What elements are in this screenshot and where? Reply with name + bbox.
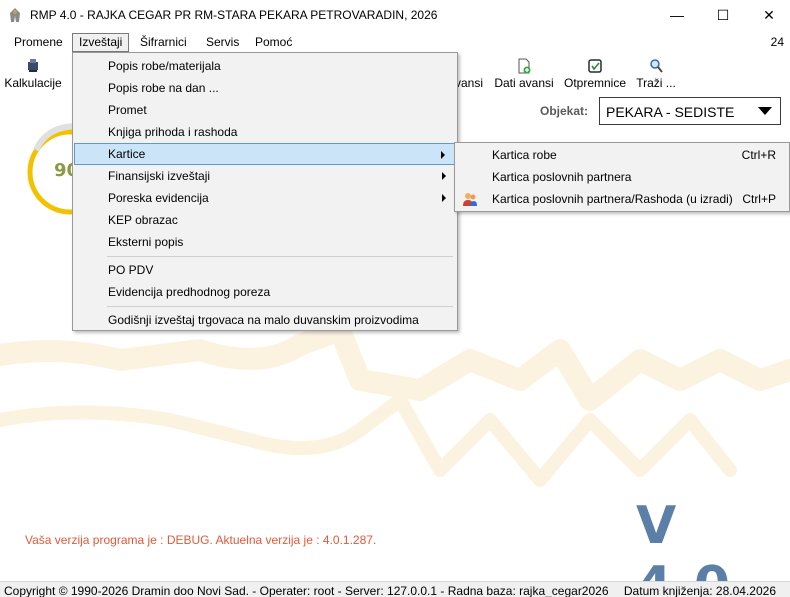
menu-item-label: Kartice [108,147,146,161]
toolbar-trazi-label: Traži ... [636,76,676,90]
menu-item-knjiga-prihoda[interactable]: Knjiga prihoda i rashoda [74,121,456,143]
menu-item-label: Promet [108,103,147,117]
kartice-submenu: Kartica robe Ctrl+R Kartica poslovnih pa… [454,142,790,212]
menu-item-popis-robe-materijala[interactable]: Popis robe/materijala [74,55,456,77]
menu-item-poreska-evidencija[interactable]: Poreska evidencija [74,187,456,209]
menu-item-popis-robe-na-dan[interactable]: Popis robe na dan ... [74,77,456,99]
submenu-item-label: Kartica poslovnih partnera/Rashoda (u iz… [492,192,733,206]
chevron-down-icon [758,107,772,115]
checkbox-icon [588,59,602,73]
toolbar-kalkulacije-button[interactable]: Kalkulacije [4,56,62,92]
menu-sifrarnici[interactable]: Šifrarnici [134,33,193,52]
menu-item-label: Popis robe/materijala [108,59,221,73]
submenu-item-kartica-partnera-rashoda[interactable]: Kartica poslovnih partnera/Rashoda (u iz… [456,188,790,210]
submenu-item-kartica-robe[interactable]: Kartica robe Ctrl+R [456,144,790,166]
status-bar: Copyright © 1990-2026 Dramin doo Novi Sa… [0,581,790,597]
menu-item-label: Godišnji izveštaj trgovaca na malo duvan… [108,313,419,327]
izvestaji-dropdown-menu: Popis robe/materijala Popis robe na dan … [72,52,458,331]
submenu-item-kartica-poslovnih-partnera[interactable]: Kartica poslovnih partnera [456,166,790,188]
menu-pomoc[interactable]: Pomoć [249,33,298,52]
submenu-arrow-icon [442,172,446,180]
menu-item-godisnji-izvestaj[interactable]: Godišnji izveštaj trgovaca na malo duvan… [74,309,456,331]
toolbar-trazi-button[interactable]: Traži ... [636,56,676,92]
close-button[interactable]: ✕ [746,0,790,30]
menu-item-label: Eksterni popis [108,235,184,249]
toolbar-kalkulacije-label: Kalkulacije [4,76,62,90]
menu-item-kep-obrazac[interactable]: KEP obrazac [74,209,456,231]
menu-bar: Promene Izveštaji Šifrarnici Servis Pomo… [0,32,790,52]
status-left-text: Copyright © 1990-2026 Dramin doo Novi Sa… [4,584,609,597]
objekat-select[interactable]: PEKARA - SEDISTE [599,97,781,125]
menu-item-evidencija-predhodnog-poreza[interactable]: Evidencija predhodnog poreza [74,281,456,303]
menu-item-label: KEP obrazac [108,213,178,227]
menu-separator [107,256,453,257]
menu-item-finansijski-izvestaji[interactable]: Finansijski izveštaji [74,165,456,187]
menu-item-eksterni-popis[interactable]: Eksterni popis [74,231,456,253]
magnifier-icon [650,59,663,73]
menubar-counter: 24 [770,35,784,49]
status-right-text: Datum knjiženja: 28.04.2026 [623,584,776,597]
objekat-value: PEKARA - SEDISTE [606,104,735,120]
toolbar-dati-avansi-label: Dati avansi [494,76,554,90]
menu-item-label: Knjiga prihoda i rashoda [108,125,238,139]
app-icon [10,8,20,22]
document-add-icon [518,58,531,74]
menu-item-label: Poreska evidencija [108,191,209,205]
version-message: Vaša verzija programa je : DEBUG. Aktuel… [25,533,377,547]
menu-izvestaji[interactable]: Izveštaji [72,33,130,52]
menu-separator [107,306,453,307]
menu-item-label: Evidencija predhodnog poreza [108,285,271,299]
maximize-button[interactable]: ☐ [700,0,746,30]
menu-item-label: Popis robe na dan ... [108,81,219,95]
menu-item-kartice[interactable]: Kartice [74,143,456,165]
menu-servis[interactable]: Servis [200,33,245,52]
menu-promene[interactable]: Promene [8,33,69,52]
toolbar-avansi-label: vansi [455,76,484,90]
minimize-button[interactable]: — [654,0,700,30]
menu-item-label: PO PDV [108,263,154,277]
menu-item-label: Finansijski izveštaji [108,169,211,183]
toolbar-dati-avansi-button[interactable]: Dati avansi [494,56,554,92]
menu-item-promet[interactable]: Promet [74,99,456,121]
users-icon [463,193,477,206]
window-title: RMP 4.0 - RAJKA CEGAR PR RM-STARA PEKARA… [30,8,438,22]
submenu-item-label: Kartica poslovnih partnera [492,170,632,184]
submenu-item-shortcut: Ctrl+P [742,192,776,206]
objekat-label: Objekat: [540,104,589,118]
toolbar-otpremnice-button[interactable]: Otpremnice [562,56,628,92]
menu-item-po-pdv[interactable]: PO PDV [74,259,456,281]
toolbar-avansi-button[interactable]: vansi [455,56,489,92]
title-bar: RMP 4.0 - RAJKA CEGAR PR RM-STARA PEKARA… [0,0,790,30]
calculator-icon [28,59,38,72]
toolbar-otpremnice-label: Otpremnice [563,76,627,90]
submenu-arrow-icon [442,194,446,202]
submenu-arrow-icon [441,151,445,159]
submenu-item-shortcut: Ctrl+R [741,148,776,162]
submenu-item-label: Kartica robe [492,148,557,162]
